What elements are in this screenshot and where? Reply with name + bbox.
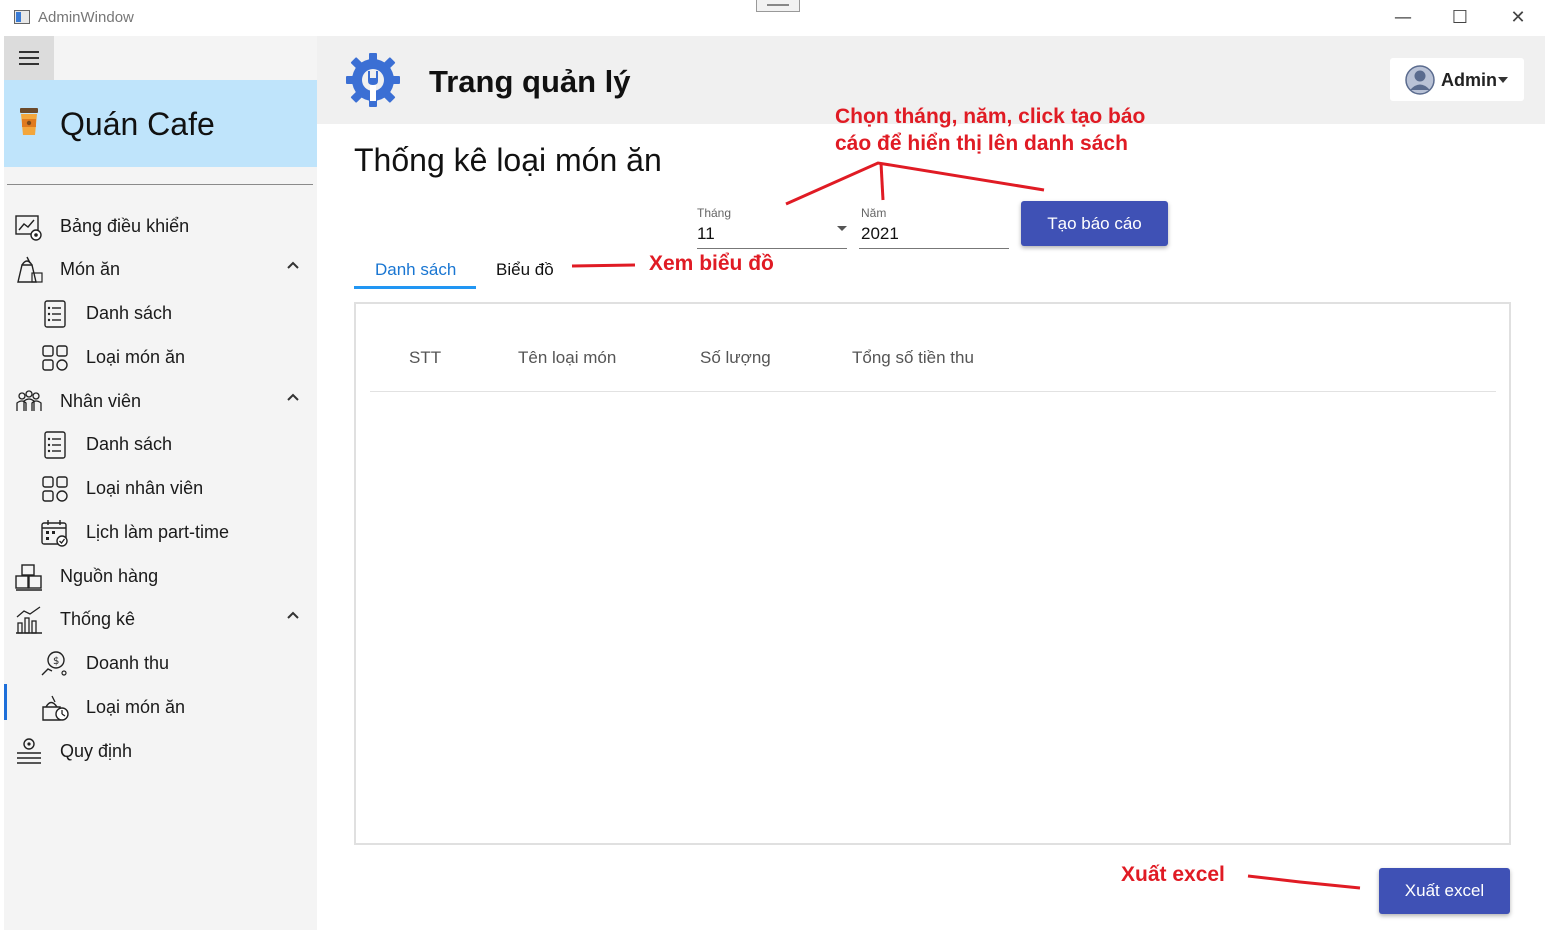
annotation-export-hint: Xuất excel [1121, 863, 1225, 886]
annotation-report-hint-line-1: Chọn tháng, năm, click tạo báo [835, 105, 1146, 128]
annotation-arrows [571, 161, 1361, 890]
annotation-report-hint: Chọn tháng, năm, click tạo báo cáo để hi… [835, 103, 1145, 157]
annotation-report-hint-line-2: cáo để hiển thị lên danh sách [835, 132, 1128, 155]
annotation-chart-hint: Xem biểu đồ [649, 252, 774, 275]
